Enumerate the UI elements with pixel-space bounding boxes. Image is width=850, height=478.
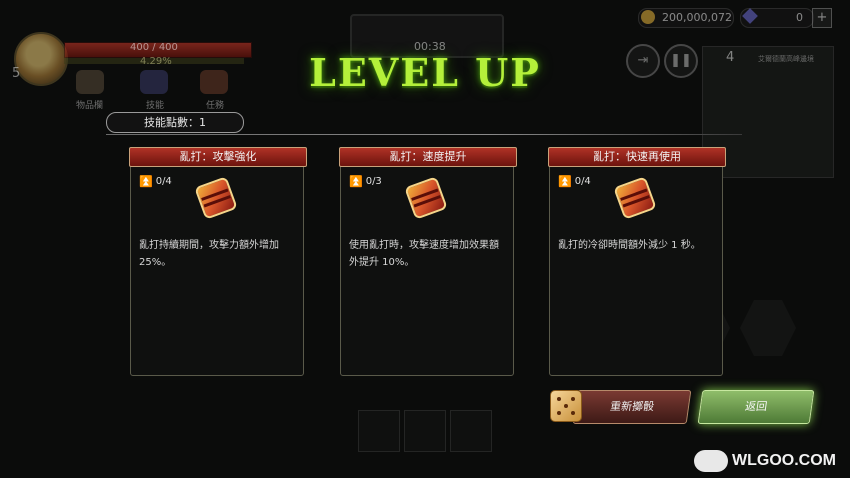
skill-level-text: 0/3 [365,176,382,187]
skill-card-speed-up[interactable]: 亂打：速度提升 ⏫ 0/3 使用亂打時，攻擊速度增加效果額外提升 10%。 [339,147,517,376]
dice-icon [550,390,582,422]
skill-card-title: 亂打：攻擊強化 [129,147,307,167]
skill-slot[interactable] [450,410,492,452]
skill-card-level: ⏫ 0/4 [558,175,591,188]
upgrade-arrow-icon: ⏫ [558,175,572,188]
level-up-title: LEVEL UP [309,50,541,95]
upgrade-arrow-icon: ⏫ [349,175,363,188]
skill-level-text: 0/4 [155,176,172,187]
skill-card-description: 使用亂打時，攻擊速度增加效果額外提升 10%。 [349,240,499,268]
skill-slot[interactable] [404,410,446,452]
skill-slot[interactable] [358,410,400,452]
skill-card-description: 亂打持續期間，攻擊力額外增加 25%。 [139,240,279,268]
skill-card-level: ⏫ 0/3 [349,175,382,188]
skill-card-description: 亂打的冷卻時間額外減少 1 秒。 [558,240,701,251]
upgrade-arrow-icon: ⏫ [139,175,153,188]
gamepad-icon [694,450,728,472]
add-gems-button[interactable]: + [812,8,832,28]
brawl-skill-icon [611,174,660,223]
reroll-button[interactable]: 重新擲骰 [572,390,692,424]
skill-card-attack-boost[interactable]: 亂打：攻擊強化 ⏫ 0/4 亂打持續期間，攻擊力額外增加 25%。 [129,147,307,376]
action-button-hex[interactable] [740,300,796,356]
brawl-skill-icon [192,174,241,223]
brawl-skill-icon [402,174,451,223]
menu-skills-label: 技能 [146,101,165,111]
skill-card-title: 亂打：快速再使用 [548,147,726,167]
skill-level-text: 0/4 [574,176,591,187]
skill-card-level: ⏫ 0/4 [139,175,172,188]
skill-card-quick-reuse[interactable]: 亂打：快速再使用 ⏫ 0/4 亂打的冷卻時間額外減少 1 秒。 [548,147,726,376]
back-button[interactable]: 返回 [697,390,815,424]
skill-card-title: 亂打：速度提升 [339,147,517,167]
menu-quest-label: 任務 [206,101,225,111]
watermark: WLGOO.COM [732,452,836,469]
menu-inventory-label: 物品欄 [76,101,104,111]
skill-points: 技能點數：1 [106,112,244,133]
gold-coin-icon [641,10,655,24]
gem-amount: 0 [796,11,803,24]
gold-amount: 200,000,072 [662,11,732,24]
divider [106,134,742,135]
